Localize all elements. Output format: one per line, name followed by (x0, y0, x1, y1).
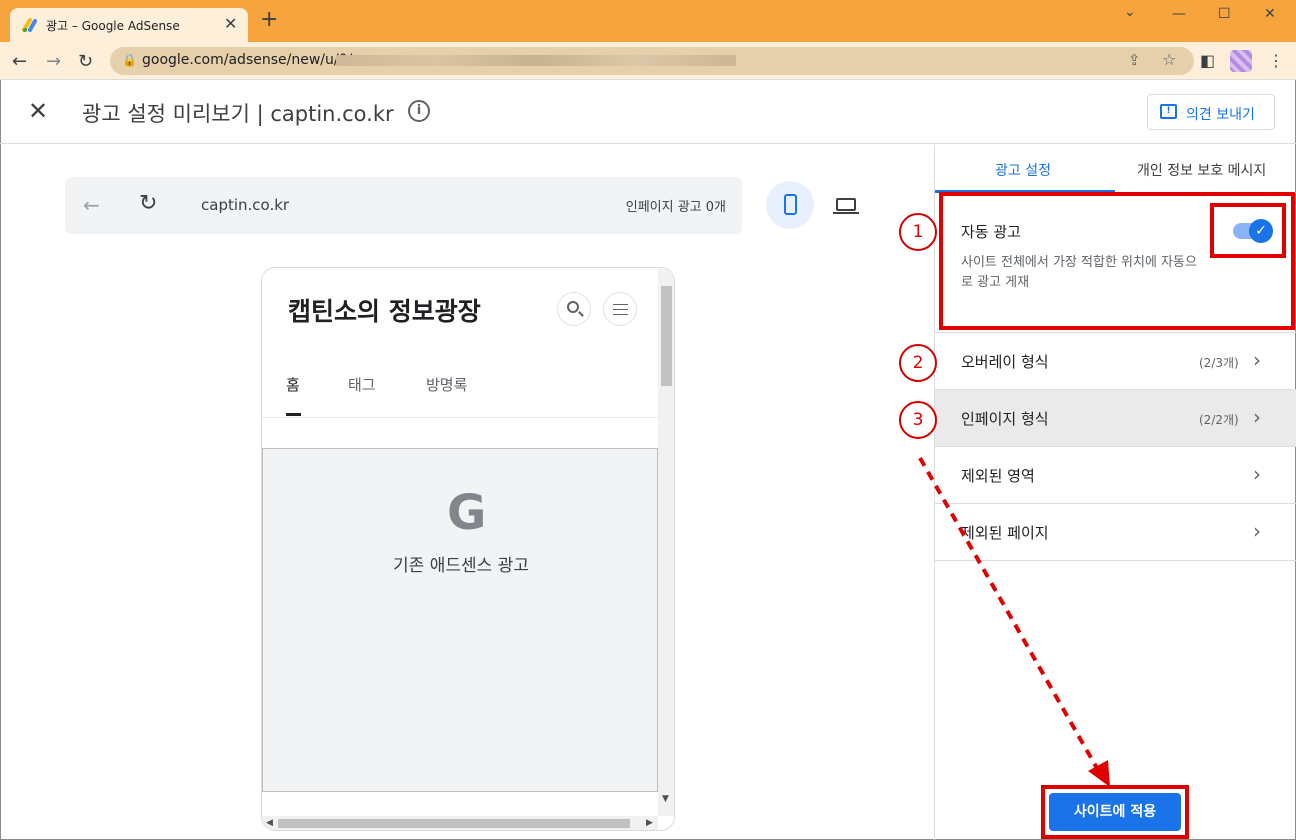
chevron-right-icon: › (1253, 462, 1261, 486)
mobile-preview-frame: 캡틴소의 정보광장 홈 태그 방명록 G 기존 애드센스 광고 ▼ ◀ ▶ (261, 267, 675, 831)
minimize-button[interactable]: — (1172, 6, 1186, 22)
google-g-icon: G (447, 485, 487, 541)
scrollbar-thumb[interactable] (278, 819, 630, 828)
row-inpage-formats[interactable]: 인페이지 형식 (2/2개) › (935, 390, 1296, 447)
window-close-button[interactable]: ✕ (1264, 6, 1276, 22)
tab-search-icon[interactable]: ⌄ (1124, 4, 1136, 20)
feedback-button[interactable]: ! 의견 보내기 (1147, 94, 1275, 130)
browser-titlebar: 광고 – Google AdSense ✕ + ⌄ — ☐ ✕ (0, 0, 1296, 42)
row-count: (2/2개) (1199, 413, 1239, 427)
desktop-view-button[interactable] (822, 181, 870, 229)
menu-icon[interactable] (603, 292, 637, 326)
ad-slot-label: 기존 애드센스 광고 (393, 556, 529, 576)
sidepanel-icon[interactable]: ◧ (1200, 51, 1215, 70)
app-header: ✕ 광고 설정 미리보기 | captin.co.kr i ! 의견 보내기 (0, 80, 1296, 144)
preview-back-icon[interactable]: ← (83, 193, 100, 217)
horizontal-scrollbar[interactable]: ◀ ▶ (262, 816, 658, 830)
chevron-right-icon: › (1253, 519, 1261, 543)
annotation-number-2: 2 (899, 344, 937, 382)
mobile-view-button[interactable] (766, 181, 814, 229)
inpage-ad-count: 인페이지 광고 0개 (625, 200, 726, 215)
lock-icon: 🔒 (122, 53, 137, 67)
row-excluded-pages[interactable]: 제외된 페이지 › (935, 504, 1296, 561)
address-url: google.com/adsense/new/u/0/ (142, 52, 353, 68)
kebab-icon[interactable]: ⋮ (1268, 51, 1284, 70)
maximize-button[interactable]: ☐ (1218, 6, 1231, 22)
row-label: 오버레이 형식 (961, 353, 1049, 371)
row-excluded-areas[interactable]: 제외된 영역 › (935, 447, 1296, 504)
menu-bar (613, 314, 628, 315)
row-label: 인페이지 형식 (961, 410, 1049, 428)
info-icon[interactable]: i (408, 100, 430, 122)
back-icon[interactable]: ← (12, 51, 27, 72)
row-label: 제외된 영역 (961, 467, 1035, 485)
star-icon[interactable]: ☆ (1162, 50, 1176, 69)
forward-icon[interactable]: → (46, 51, 61, 72)
mobile-icon (784, 194, 797, 215)
reload-icon[interactable]: ↻ (78, 51, 93, 72)
profile-avatar[interactable] (1230, 50, 1252, 72)
divider (262, 417, 658, 418)
scroll-down-icon[interactable]: ▼ (662, 794, 669, 804)
blog-tab-home[interactable]: 홈 (286, 374, 300, 395)
browser-tab[interactable]: 광고 – Google AdSense ✕ (10, 8, 248, 42)
redacted-url-segment (336, 55, 736, 66)
address-bar[interactable]: 🔒 google.com/adsense/new/u/0/ ⇪ ☆ (110, 47, 1194, 75)
tab-ad-settings[interactable]: 광고 설정 (995, 160, 1051, 180)
scroll-right-icon[interactable]: ▶ (646, 818, 653, 828)
tab-title: 광고 – Google AdSense (46, 19, 180, 33)
preview-url-bar: ← ↻ captin.co.kr 인페이지 광고 0개 (65, 177, 742, 234)
row-count: (2/3개) (1199, 356, 1239, 370)
new-tab-button[interactable]: + (260, 9, 278, 31)
scrollbar-thumb[interactable] (661, 286, 672, 386)
feedback-icon: ! (1160, 104, 1177, 119)
existing-adsense-ad-slot: G 기존 애드센스 광고 (262, 448, 658, 792)
search-icon[interactable] (557, 292, 591, 326)
annotation-number-1: 1 (899, 213, 937, 251)
close-preview-button[interactable]: ✕ (28, 98, 48, 124)
preview-url: captin.co.kr (201, 196, 290, 214)
menu-bar (613, 309, 628, 310)
annotation-box-toggle (1210, 203, 1286, 258)
blog-title: 캡틴소의 정보광장 (288, 297, 481, 326)
desktop-icon (836, 198, 856, 211)
annotation-number-3: 3 (899, 401, 937, 439)
browser-toolbar: ← → ↻ 🔒 google.com/adsense/new/u/0/ ⇪ ☆ … (0, 42, 1296, 80)
search-lens (567, 301, 579, 313)
chevron-right-icon: › (1253, 348, 1261, 372)
row-overlay-formats[interactable]: 오버레이 형식 (2/3개) › (935, 333, 1296, 390)
chevron-right-icon: › (1253, 405, 1261, 429)
feedback-label: 의견 보내기 (1186, 107, 1255, 123)
annotation-box-apply (1041, 785, 1189, 839)
share-icon[interactable]: ⇪ (1128, 51, 1141, 69)
menu-bar (613, 304, 628, 305)
scroll-left-icon[interactable]: ◀ (266, 818, 273, 828)
page-title: 광고 설정 미리보기 | captin.co.kr (82, 102, 394, 126)
row-label: 제외된 페이지 (961, 524, 1049, 542)
adsense-favicon (22, 18, 37, 32)
preview-reload-icon[interactable]: ↻ (139, 191, 157, 216)
desktop-icon-base (833, 212, 859, 214)
tab-close-icon[interactable]: ✕ (224, 14, 237, 33)
search-handle (578, 311, 584, 317)
active-tab-indicator (286, 413, 301, 416)
vertical-scrollbar[interactable]: ▼ (658, 268, 674, 816)
blog-tab-tag[interactable]: 태그 (348, 374, 376, 395)
blog-tab-guestbook[interactable]: 방명록 (426, 374, 467, 395)
tab-privacy-messages[interactable]: 개인 정보 보호 메시지 (1137, 160, 1266, 180)
